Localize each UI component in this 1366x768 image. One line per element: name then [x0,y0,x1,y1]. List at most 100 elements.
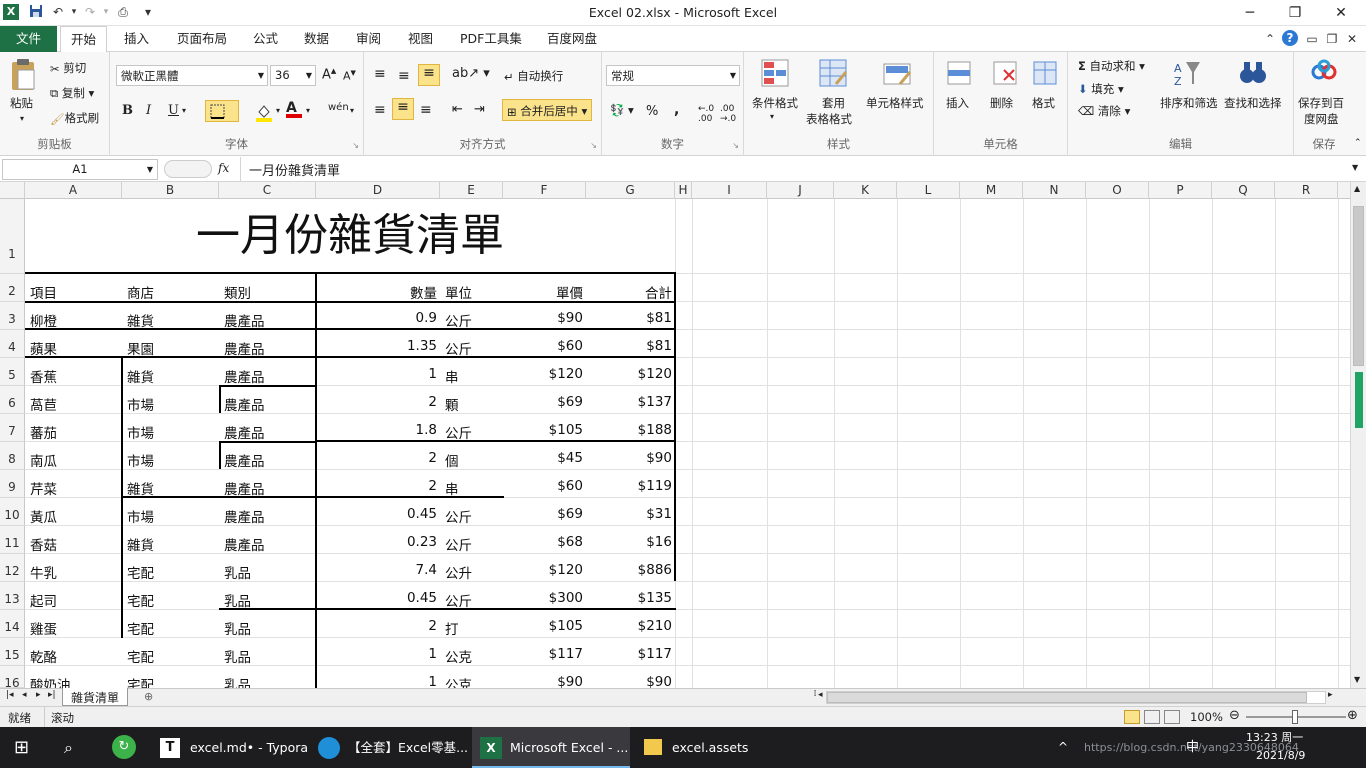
clock-time[interactable]: 13:23 周一 [1246,729,1303,747]
cell-unit[interactable]: 顆 [445,394,459,414]
cell-item[interactable]: 牛乳 [30,562,57,582]
cell-unit[interactable]: 打 [445,618,459,638]
taskbar-app-typora[interactable]: T excel.md• - Typora [152,727,308,768]
cell-price[interactable]: $105 [503,618,583,634]
cell-unit[interactable]: 公斤 [445,338,472,358]
scroll-left-icon[interactable]: ◂ [818,690,823,700]
row-header-5[interactable]: 5 [0,358,25,386]
cell-total[interactable]: $188 [586,422,672,438]
row-header-12[interactable]: 12 [0,554,25,582]
scroll-right-icon[interactable]: ▸ [1328,690,1333,700]
cell-category[interactable]: 農產品 [224,506,265,526]
cell-item[interactable]: 萵苣 [30,394,57,414]
cell-price[interactable]: $120 [503,562,583,578]
cell-item[interactable]: 柳橙 [30,310,57,330]
cell-unit[interactable]: 公斤 [445,310,472,330]
cell-qty[interactable]: 1.8 [316,422,437,438]
cell-store[interactable]: 雜貨 [127,366,154,386]
cell-unit[interactable]: 串 [445,366,459,386]
sheet-tab-active[interactable]: 雜貨清單 [62,688,129,706]
horizontal-scrollbar[interactable] [826,691,1326,704]
cell-price[interactable]: $90 [503,310,583,326]
cell-qty[interactable]: 2 [316,394,437,410]
cell-qty[interactable]: 0.45 [316,506,437,522]
row-header-14[interactable]: 14 [0,610,25,638]
taskbar-app-edge[interactable]: 【全套】Excel零基... [310,727,470,768]
cell-qty[interactable]: 1 [316,646,437,662]
cell-item[interactable]: 蕃茄 [30,422,57,442]
cell-total[interactable]: $31 [586,506,672,522]
worksheet-grid[interactable]: 1 2 3 4 5 6 7 8 9 10 11 12 13 14 15 16 一… [0,0,1350,694]
cell-price[interactable]: $300 [503,590,583,606]
cell-price[interactable]: $45 [503,450,583,466]
cell-total[interactable]: $886 [586,562,672,578]
cell-total[interactable]: $90 [586,450,672,466]
zoom-in-icon[interactable]: ⊕ [1347,708,1358,723]
cell-qty[interactable]: 0.9 [316,310,437,326]
cell-store[interactable]: 雜貨 [127,478,154,498]
cell-category[interactable]: 農產品 [224,394,265,414]
cell-unit[interactable]: 公升 [445,562,472,582]
cell-store[interactable]: 雜貨 [127,534,154,554]
cell-total[interactable]: $81 [586,338,672,354]
row-header-10[interactable]: 10 [0,498,25,526]
cell-total[interactable]: $117 [586,646,672,662]
cell-total[interactable]: $210 [586,618,672,634]
row-header-16[interactable]: 16 [0,666,25,690]
scroll-down-icon[interactable]: ▼ [1354,675,1360,684]
taskbar-app-folder[interactable]: excel.assets [634,727,774,768]
row-header-8[interactable]: 8 [0,442,25,470]
zoom-slider-thumb[interactable] [1292,710,1298,724]
last-sheet-icon[interactable]: ▸| [48,690,56,700]
cell-unit[interactable]: 公斤 [445,534,472,554]
row-header-13[interactable]: 13 [0,582,25,610]
clock-date[interactable]: 2021/8/9 [1256,747,1305,765]
normal-view-icon[interactable] [1124,710,1140,724]
cell-qty[interactable]: 2 [316,450,437,466]
header-item[interactable]: 項目 [30,282,57,302]
cell-price[interactable]: $68 [503,534,583,550]
row-header-15[interactable]: 15 [0,638,25,666]
cell-item[interactable]: 雞蛋 [30,618,57,638]
cell-item[interactable]: 黃瓜 [30,506,57,526]
cell-item[interactable]: 乾酪 [30,646,57,666]
cell-unit[interactable]: 公斤 [445,506,472,526]
cell-item[interactable]: 香蕉 [30,366,57,386]
collapse-ribbon-arrow-icon[interactable]: ⌃ [1354,138,1362,148]
cell-item[interactable]: 南瓜 [30,450,57,470]
zoom-out-icon[interactable]: ⊖ [1229,708,1240,723]
cell-price[interactable]: $69 [503,394,583,410]
cell-store[interactable]: 市場 [127,506,154,526]
cell-item[interactable]: 起司 [30,590,57,610]
cell-item[interactable]: 香菇 [30,534,57,554]
next-sheet-icon[interactable]: ▸ [36,690,41,700]
cell-category[interactable]: 農產品 [224,338,265,358]
cell-total[interactable]: $119 [586,478,672,494]
cell-category[interactable]: 農產品 [224,422,265,442]
cell-unit[interactable]: 公斤 [445,590,472,610]
cell-store[interactable]: 宅配 [127,590,154,610]
cell-total[interactable]: $135 [586,590,672,606]
cell-category[interactable]: 農產品 [224,450,265,470]
cell-price[interactable]: $105 [503,422,583,438]
cell-store[interactable]: 市場 [127,450,154,470]
cell-category[interactable]: 乳品 [224,618,251,638]
cell-store[interactable]: 市場 [127,422,154,442]
zoom-level[interactable]: 100% [1190,710,1223,724]
cell-category[interactable]: 農產品 [224,534,265,554]
cell-total[interactable]: $120 [586,366,672,382]
row-header-4[interactable]: 4 [0,330,25,358]
cell-store[interactable]: 果園 [127,338,154,358]
cell-price[interactable]: $117 [503,646,583,662]
cell-store[interactable]: 宅配 [127,618,154,638]
row-header-1[interactable]: 1 [0,199,25,274]
cell-item[interactable]: 芹菜 [30,478,57,498]
cell-store[interactable]: 雜貨 [127,310,154,330]
header-total[interactable]: 合計 [586,282,672,302]
prev-sheet-icon[interactable]: ◂ [22,690,27,700]
row-header-7[interactable]: 7 [0,414,25,442]
horizontal-scroll-thumb[interactable] [827,692,1307,703]
cell-category[interactable]: 乳品 [224,562,251,582]
vertical-scrollbar[interactable]: ▲ ▼ [1350,182,1366,688]
cell-store[interactable]: 宅配 [127,562,154,582]
